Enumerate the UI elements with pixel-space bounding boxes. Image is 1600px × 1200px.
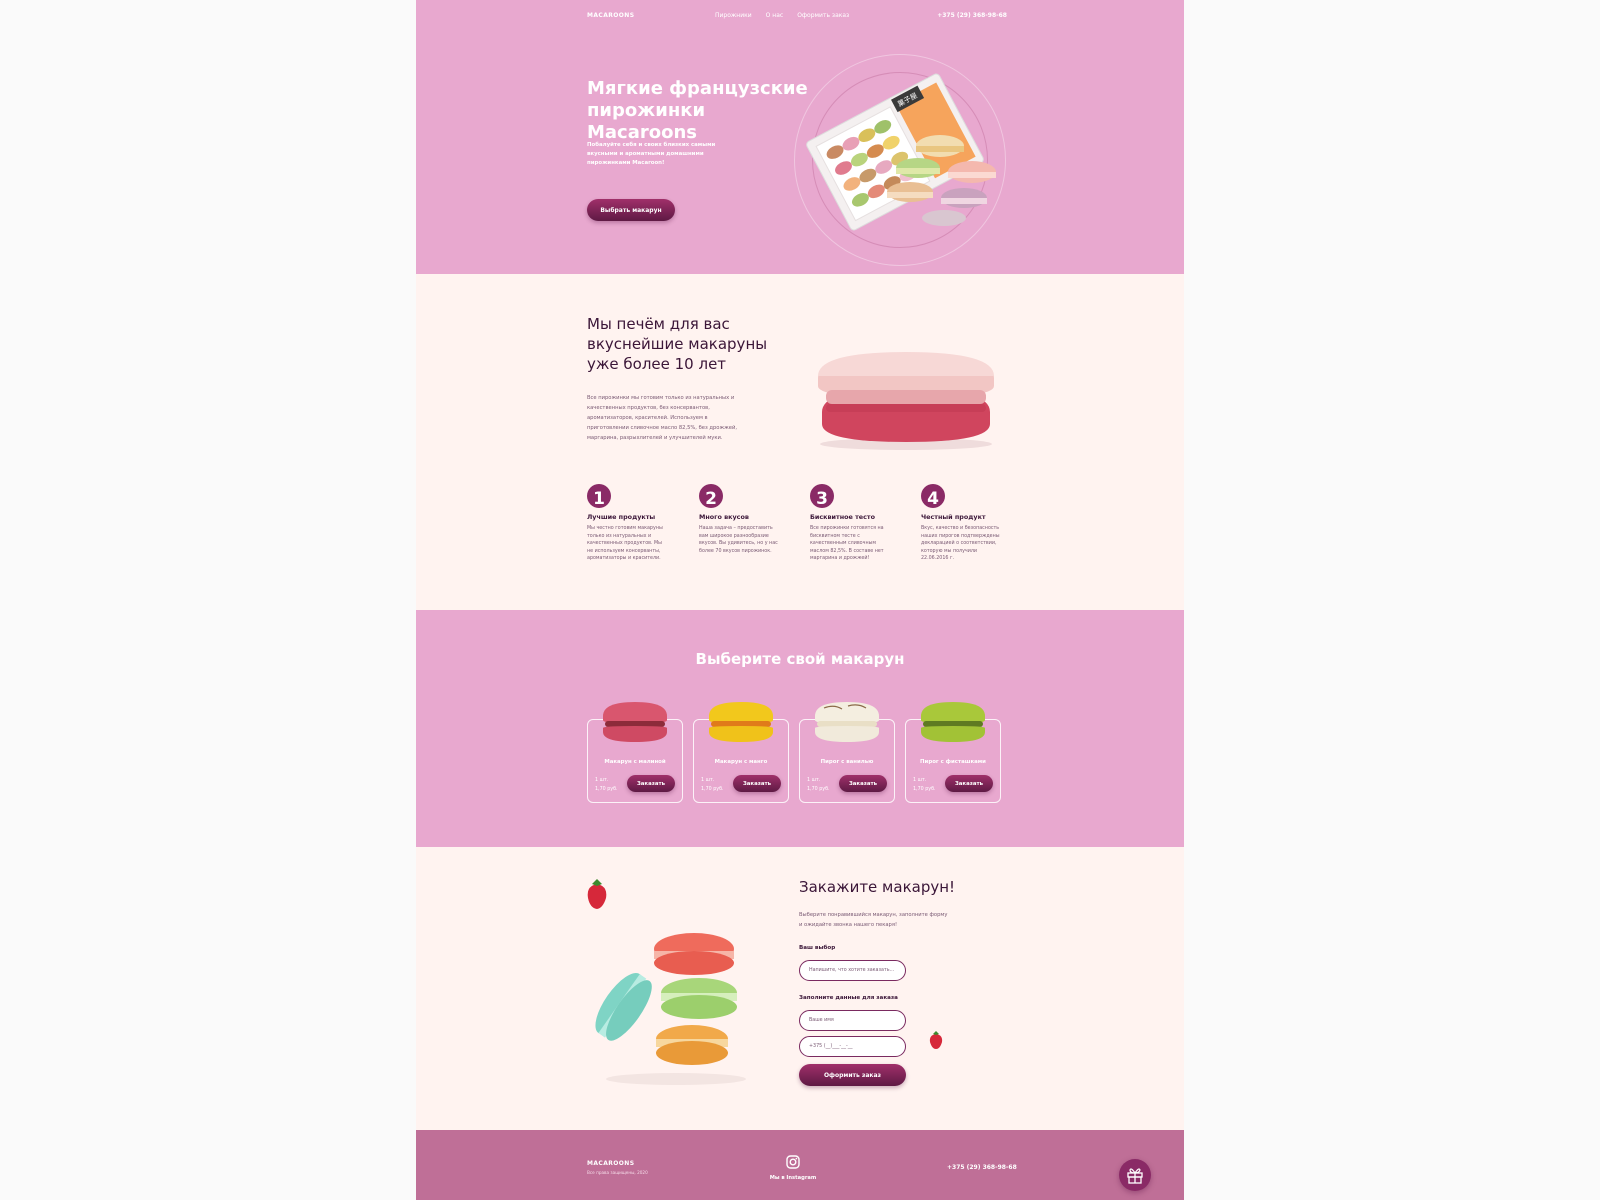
product-card-vanilla: Пирог с ванилью 1 шт. 1,70 руб. Заказать <box>799 702 895 803</box>
hero-section: MACAROONS Пирожники О нас Оформить заказ… <box>416 0 1184 274</box>
nav-link-cakes[interactable]: Пирожники <box>715 12 752 19</box>
about-description: Все пирожинки мы готовим только из натур… <box>587 395 738 441</box>
hero-title: Мягкие французские пирожинки Macaroons <box>587 78 808 143</box>
feature-text: Наша задача – предоставить вам широкое р… <box>699 526 778 554</box>
order-section: Закажите макарун! Выберите понравившийся… <box>416 847 1184 1130</box>
feature-2: 2 Много вкусов Наша задача – предоставит… <box>699 484 781 555</box>
big-macaroon-image <box>818 352 994 450</box>
footer-copyright: Все права защищены, 2020 <box>587 1170 648 1175</box>
name-input[interactable]: Ваше имя <box>799 1010 906 1031</box>
product-price: 1,70 руб. <box>701 787 724 792</box>
product-card-raspberry: Макарун с малиной 1 шт. 1,70 руб. Заказа… <box>587 702 683 803</box>
feature-title: Лучшие продукты <box>587 513 656 521</box>
feature-title: Много вкусов <box>699 513 749 521</box>
order-button[interactable]: Заказать <box>627 775 675 792</box>
strawberry-decor-small <box>929 1031 943 1049</box>
instagram-link[interactable] <box>773 1154 813 1173</box>
product-qty-price: 1 шт. 1,70 руб. <box>807 776 830 794</box>
product-price: 1,70 руб. <box>595 787 618 792</box>
submit-order-button[interactable]: Оформить заказ <box>799 1064 906 1086</box>
top-nav: MACAROONS Пирожники О нас Оформить заказ… <box>587 12 1007 22</box>
product-qty: 1 шт. <box>807 778 821 783</box>
feature-title: Бисквитное тесто <box>810 513 875 521</box>
gift-button[interactable] <box>1119 1159 1151 1191</box>
gift-icon <box>1127 1168 1143 1184</box>
instagram-icon[interactable] <box>786 1155 800 1169</box>
site-logo[interactable]: MACAROONS <box>587 12 634 19</box>
nav-links: Пирожники О нас Оформить заказ <box>715 12 849 19</box>
product-name: Макарун с малиной <box>604 759 666 765</box>
product-qty-price: 1 шт. 1,70 руб. <box>913 776 936 794</box>
phone-input[interactable]: +375 (__)___-__-__ <box>799 1036 906 1057</box>
choose-section: Выберите свой макарун Макарун с малиной … <box>416 610 1184 847</box>
landing-page: MACAROONS Пирожники О нас Оформить заказ… <box>416 0 1184 1200</box>
order-button[interactable]: Заказать <box>733 775 781 792</box>
about-title: Мы печём для вас вкуснейшие макаруны уже… <box>587 315 768 373</box>
order-title: Закажите макарун! <box>799 878 956 896</box>
product-qty-price: 1 шт. 1,70 руб. <box>595 776 618 794</box>
order-button[interactable]: Заказать <box>839 775 887 792</box>
product-qty-price: 1 шт. 1,70 руб. <box>701 776 724 794</box>
product-name: Пирог с фисташками <box>920 759 986 765</box>
choice-input[interactable]: Напишите, что хотите заказать... <box>799 960 906 981</box>
strawberry-decor <box>587 879 607 909</box>
product-name: Пирог с ванилью <box>820 759 874 765</box>
order-description: Выберите понравившийся макарун, заполнит… <box>799 912 948 928</box>
vanilla-macaroon-image <box>815 702 879 742</box>
order-data-label: Заполните данные для заказа <box>799 995 898 1001</box>
feature-title: Честный продукт <box>921 513 986 521</box>
order-button[interactable]: Заказать <box>945 775 993 792</box>
macaroon-box-image: 菓子屋 <box>806 73 996 231</box>
about-section: Мы печём для вас вкуснейшие макаруны уже… <box>416 274 1184 610</box>
product-card-mango: Макарун с манго 1 шт. 1,70 руб. Заказать <box>693 702 789 803</box>
footer-logo[interactable]: MACAROONS <box>587 1160 634 1167</box>
feature-3: 3 Бисквитное тесто Все пирожинки готовят… <box>810 484 892 563</box>
hero-subtitle: Побалуйте себя и своих близких самыми вк… <box>587 142 716 166</box>
product-qty: 1 шт. <box>701 778 715 783</box>
feature-number: 1 <box>587 484 611 508</box>
choose-title: Выберите свой макарун <box>695 650 905 668</box>
product-qty: 1 шт. <box>913 778 927 783</box>
feature-4: 4 Честный продукт Вкус, качество и безоп… <box>921 484 1003 563</box>
nav-link-order[interactable]: Оформить заказ <box>797 12 849 19</box>
feature-text: Вкус, качество и безопасность наших пиро… <box>921 526 1000 561</box>
feature-1: 1 Лучшие продукты Мы честно готовим мака… <box>587 484 669 563</box>
raspberry-macaroon-image <box>603 702 667 742</box>
feature-text: Все пирожинки готовятся на бисквитном те… <box>810 526 884 561</box>
mango-macaroon-image <box>709 702 773 742</box>
product-price: 1,70 руб. <box>913 787 936 792</box>
nav-link-about[interactable]: О нас <box>766 12 784 19</box>
instagram-label[interactable]: Мы в Instagram <box>751 1175 835 1181</box>
pistachio-macaroon-image <box>921 702 985 742</box>
nav-phone[interactable]: +375 (29) 368-98-68 <box>937 12 1007 19</box>
feature-text: Мы честно готовим макаруны только из нат… <box>587 526 663 561</box>
stacked-macaroons-image <box>595 933 746 1085</box>
feature-number: 2 <box>699 484 723 508</box>
footer: MACAROONS Все права защищены, 2020 Мы в … <box>416 1130 1184 1200</box>
product-price: 1,70 руб. <box>807 787 830 792</box>
feature-number: 3 <box>810 484 834 508</box>
feature-number: 4 <box>921 484 945 508</box>
product-qty: 1 шт. <box>595 778 609 783</box>
footer-phone[interactable]: +375 (29) 368-98-68 <box>947 1164 1017 1171</box>
choice-label: Ваш выбор <box>799 945 836 951</box>
product-card-pistachio: Пирог с фисташками 1 шт. 1,70 руб. Заказ… <box>905 702 1001 803</box>
product-name: Макарун с манго <box>714 759 768 765</box>
choose-macaroon-button[interactable]: Выбрать макарун <box>587 199 675 221</box>
